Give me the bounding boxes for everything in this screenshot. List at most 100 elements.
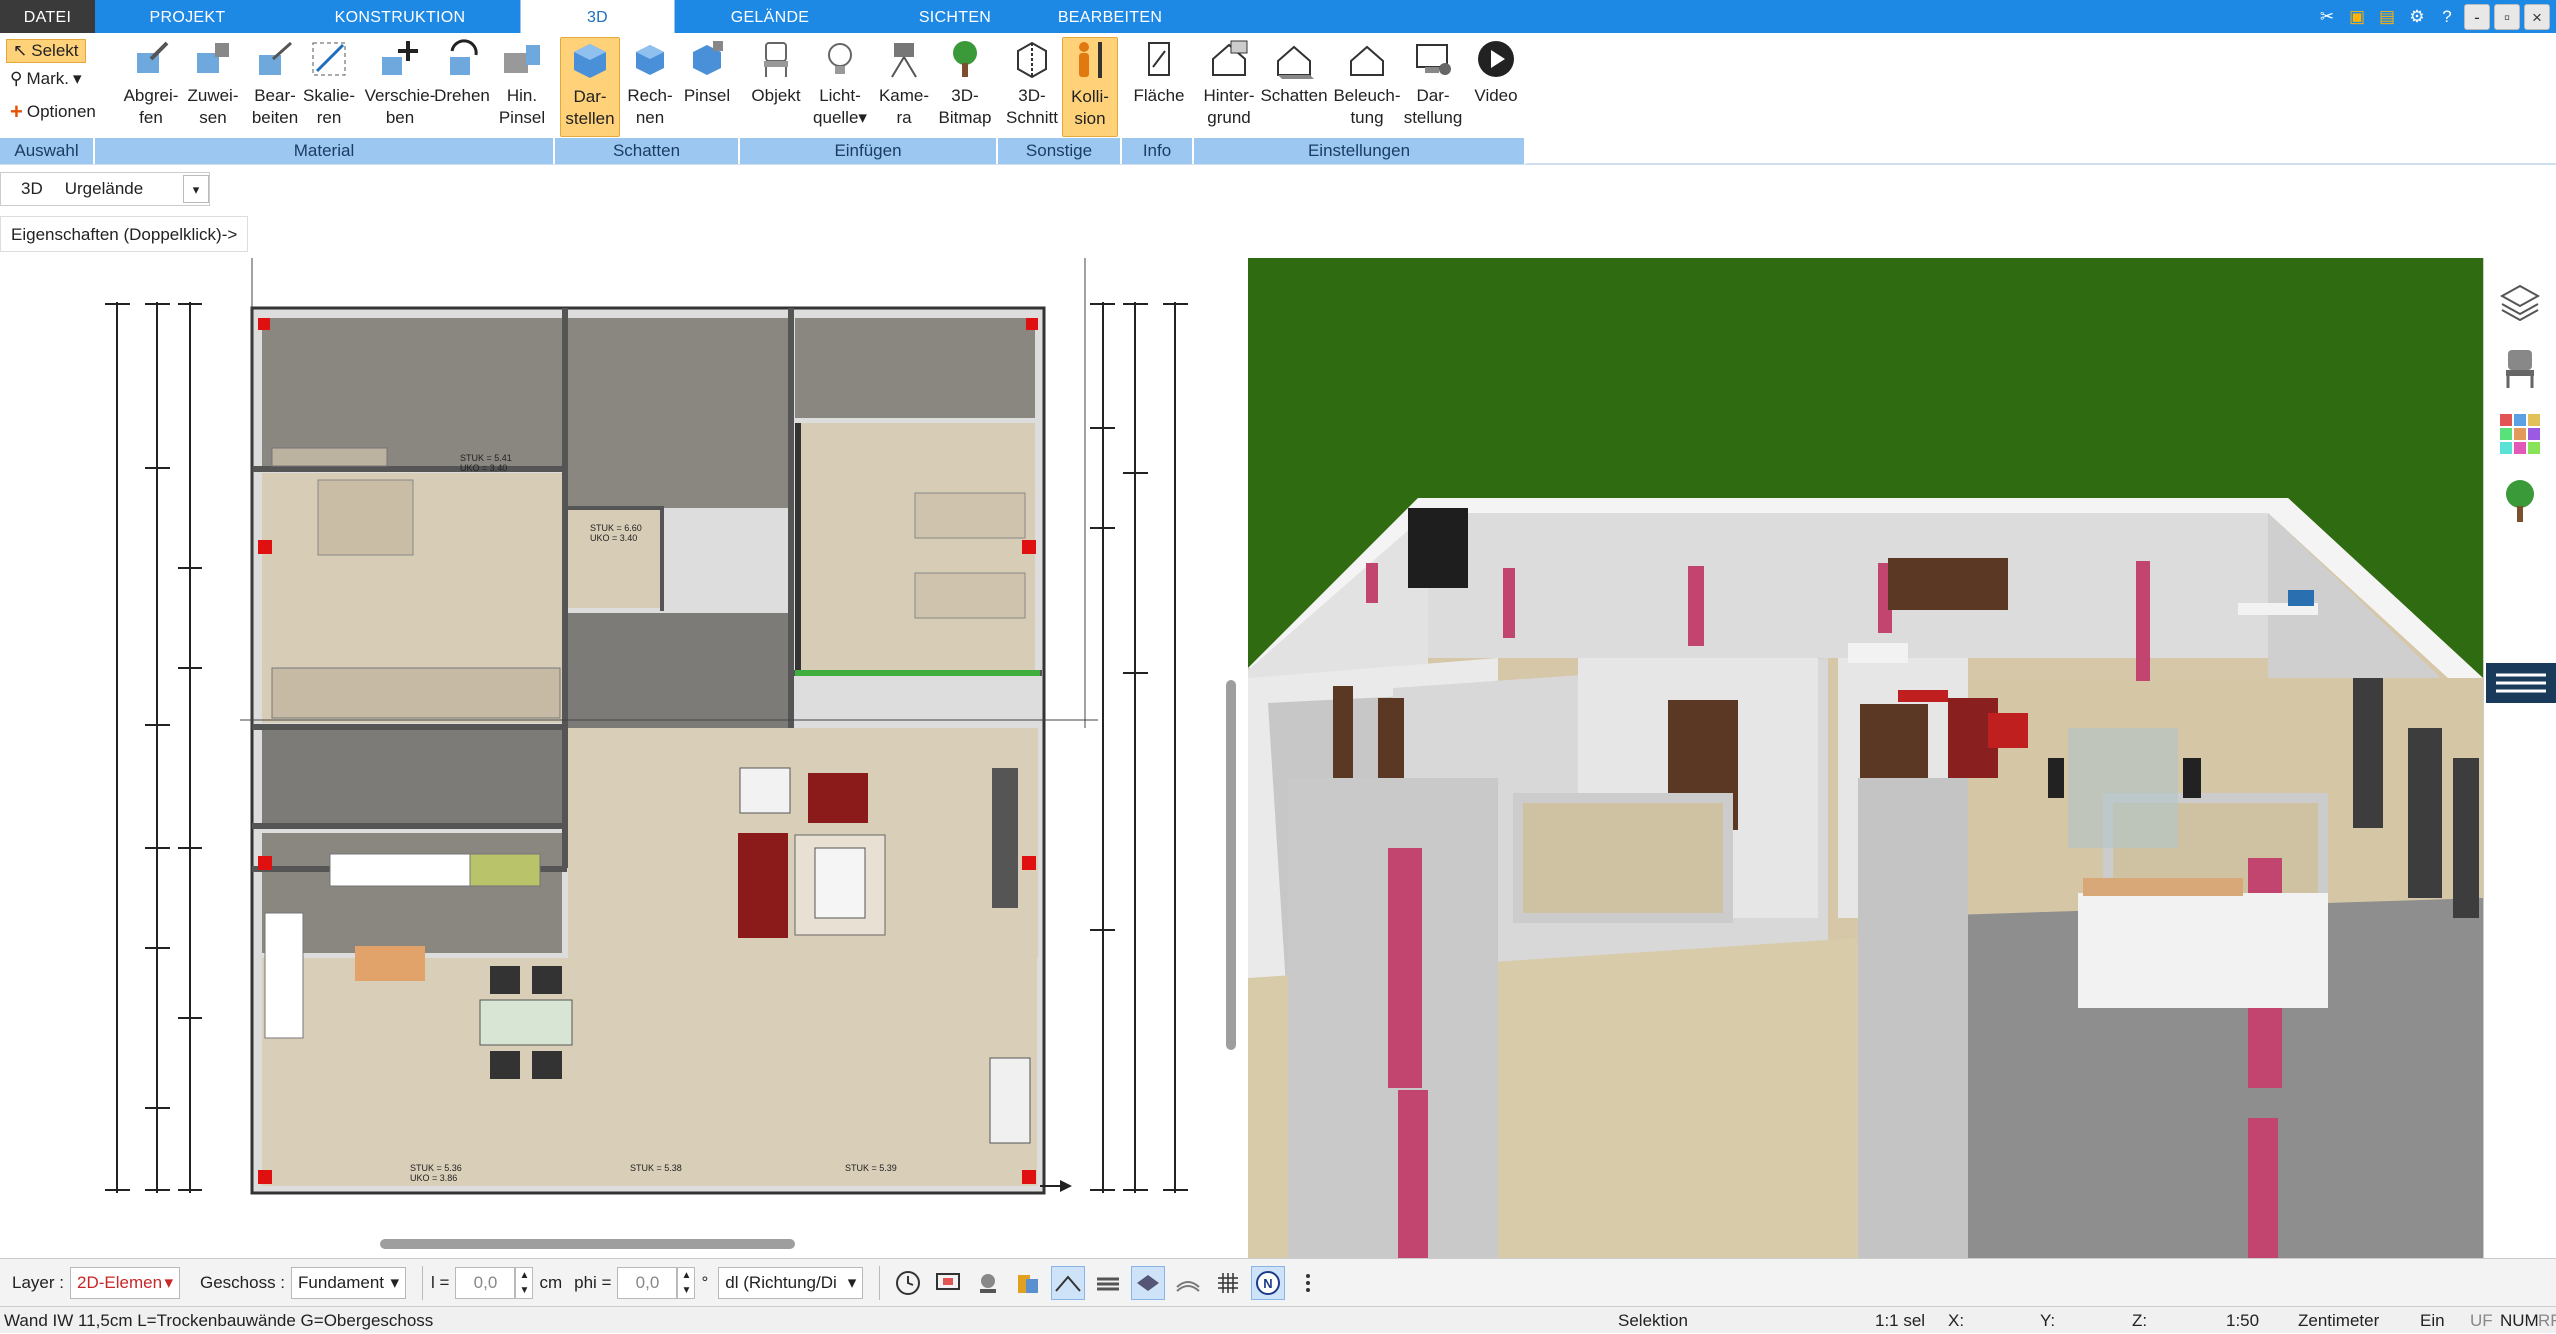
ribbon-tab-bar: DATEI PROJEKT KONSTRUKTION 3D GELÄNDE SI… <box>0 0 2556 33</box>
length-stepper[interactable]: ▲ ▼ <box>515 1266 534 1299</box>
hintergrund-button[interactable]: Hinter-grund <box>1198 37 1260 129</box>
mark-icon: ⚲ <box>10 69 23 88</box>
plane-icon[interactable] <box>1131 1265 1166 1300</box>
layers-icon[interactable] <box>2496 278 2544 326</box>
chevron-down-icon: ▾ <box>72 69 82 88</box>
properties-hint[interactable]: Eigenschaften (Doppelklick)-> <box>0 216 249 252</box>
length-unit: cm <box>539 1272 563 1292</box>
status-y: Y: <box>2040 1311 2056 1330</box>
3d-schnitt-button[interactable]: 3D- Schnitt <box>1002 37 1062 129</box>
chair-icon[interactable] <box>2496 344 2544 392</box>
bitmap-button[interactable]: 3D- Bitmap <box>934 37 996 129</box>
geschoss-label: Geschoss : <box>199 1272 286 1292</box>
move-icon <box>382 41 418 75</box>
minimize-button[interactable]: - <box>2464 3 2490 30</box>
options-button[interactable]: + Optionen <box>10 99 96 125</box>
kamera-button[interactable]: Kame-ra <box>872 37 936 129</box>
close-button[interactable]: × <box>2524 3 2550 30</box>
verschieben-button[interactable]: Verschie-ben <box>360 37 440 129</box>
rotate-icon <box>450 39 478 75</box>
horizontal-scrollbar[interactable] <box>380 1239 795 1249</box>
roof-icon[interactable] <box>1051 1265 1086 1300</box>
phi-unit: ° <box>701 1272 709 1292</box>
lichtquelle-button[interactable]: Licht-quelle▾ <box>808 37 872 129</box>
terrain-icon[interactable] <box>1171 1266 1205 1300</box>
room-label: UKO = 3.86 <box>410 1173 458 1183</box>
restore-button[interactable]: ▫ <box>2494 3 2520 30</box>
lighting-house-icon <box>1350 45 1384 76</box>
tab-3d[interactable]: 3D <box>520 0 675 33</box>
tools-icon[interactable]: ✂ <box>2314 4 2340 30</box>
background-house-icon <box>1212 40 1248 76</box>
tab-sichten[interactable]: SICHTEN <box>865 0 1045 33</box>
tab-datei[interactable]: DATEI <box>0 0 95 33</box>
zuweisen-button[interactable]: Zuwei-sen <box>182 37 244 129</box>
status-num: NUM <box>2500 1311 2539 1330</box>
wall-layers-icon[interactable] <box>1091 1266 1125 1300</box>
scale-icon <box>312 42 346 76</box>
geschoss-select[interactable]: Fundament ▾ <box>291 1266 407 1299</box>
window-stack-icon[interactable]: ▣ <box>2344 4 2370 30</box>
right-dock <box>2483 258 2556 1258</box>
more-options-icon[interactable] <box>1291 1266 1325 1300</box>
objekt-button[interactable]: Objekt <box>746 37 806 107</box>
length-input[interactable]: 0,0 <box>455 1266 516 1299</box>
tree-icon[interactable] <box>2496 476 2544 524</box>
beleuchtung-button[interactable]: Beleuch-tung <box>1330 37 1404 129</box>
rechnen-button[interactable]: Rech-nen <box>622 37 678 129</box>
building-icon[interactable] <box>1011 1266 1045 1300</box>
grid-icon[interactable] <box>1211 1266 1245 1300</box>
cube-render-icon <box>574 44 606 78</box>
abgreifen-button[interactable]: Abgrei-fen <box>120 37 182 129</box>
monitor-icon[interactable] <box>931 1266 965 1300</box>
svg-text:N: N <box>1264 1276 1273 1291</box>
video-button[interactable]: Video <box>1466 37 1526 107</box>
flaeche-button[interactable]: Fläche <box>1128 37 1190 107</box>
tab-gelaende[interactable]: GELÄNDE <box>675 0 865 33</box>
chair-icon <box>764 42 788 77</box>
kollision-button[interactable]: Kolli-sion <box>1062 37 1118 137</box>
view-mode-label: 3D <box>21 179 43 198</box>
vertical-scrollbar[interactable] <box>1226 680 1236 1050</box>
panel-menu-button[interactable] <box>2486 663 2556 703</box>
select-button[interactable]: ↖ Selekt <box>6 39 86 63</box>
group-label-schatten: Schatten <box>555 138 740 164</box>
3d-render <box>1248 498 2483 1258</box>
darstellung-button[interactable]: Dar-stellung <box>1400 37 1466 129</box>
pinsel-button[interactable]: Pinsel <box>680 37 734 107</box>
mark-button[interactable]: ⚲ Mark. ▾ <box>10 69 82 89</box>
hamburger-icon <box>2496 673 2546 693</box>
terrain-selector[interactable]: 3D Urgelände ▾ <box>0 172 210 206</box>
darstellen-button[interactable]: Dar-stellen <box>560 37 620 137</box>
tab-bearbeiten[interactable]: BEARBEITEN <box>1045 0 1175 33</box>
clock-icon[interactable] <box>891 1266 925 1300</box>
tab-konstruktion[interactable]: KONSTRUKTION <box>280 0 520 33</box>
chevron-down-icon: ▾ <box>390 1272 400 1292</box>
settings-icon[interactable]: ⚙ <box>2404 4 2430 30</box>
section-cube-icon <box>1017 41 1047 79</box>
bearbeiten-button[interactable]: Bear-beiten <box>244 37 306 129</box>
tab-projekt[interactable]: PROJEKT <box>95 0 280 33</box>
brush-cube-icon <box>693 41 723 75</box>
3d-view[interactable] <box>1248 258 2483 1258</box>
layer-select[interactable]: 2D-Elemen ▾ <box>69 1266 180 1299</box>
paint-brush-icon <box>504 45 540 73</box>
group-label-sonstige: Sonstige <box>998 138 1122 164</box>
materials-palette-icon[interactable] <box>2496 410 2544 458</box>
render-icon[interactable] <box>971 1266 1005 1300</box>
direction-select[interactable]: dl (Richtung/Di ▾ <box>718 1266 864 1299</box>
phi-input[interactable]: 0,0 <box>617 1266 678 1299</box>
phi-stepper[interactable]: ▲ ▼ <box>677 1266 696 1299</box>
schatten-button[interactable]: Schatten <box>1258 37 1330 107</box>
window-tile-icon[interactable]: ▤ <box>2374 4 2400 30</box>
drehen-button[interactable]: Drehen <box>430 37 494 107</box>
chevron-down-icon[interactable]: ▾ <box>183 175 209 203</box>
hin-pinsel-button[interactable]: Hin. Pinsel <box>494 37 550 129</box>
room-label: STUK = 5.39 <box>845 1163 897 1173</box>
phi-label: phi = <box>574 1272 612 1292</box>
north-icon[interactable]: N <box>1251 1265 1286 1300</box>
help-icon[interactable]: ? <box>2434 4 2460 30</box>
floor-plan-view[interactable]: STUK = 6.60 UKO = 3.40 STUK = 5.41 UKO =… <box>0 258 1225 1233</box>
skalieren-button[interactable]: Skalie-ren <box>298 37 360 129</box>
chevron-down-icon: ▾ <box>858 108 867 127</box>
